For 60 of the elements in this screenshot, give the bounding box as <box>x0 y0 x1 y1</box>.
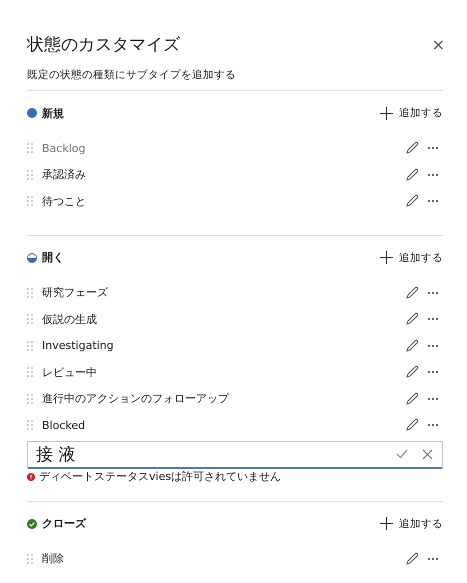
error-message: ディベートステータスviesは許可されていません <box>39 469 282 484</box>
status-label: 承認済み <box>42 167 87 182</box>
more-icon[interactable] <box>427 146 439 150</box>
drag-handle-icon[interactable] <box>27 420 33 430</box>
more-icon[interactable] <box>427 317 439 322</box>
drag-handle-icon[interactable] <box>27 314 33 324</box>
more-icon[interactable] <box>427 344 439 348</box>
status-dot-icon <box>27 108 37 118</box>
status-label: レビュー中 <box>42 364 98 380</box>
more-icon[interactable] <box>427 199 439 204</box>
pencil-icon[interactable] <box>405 168 419 182</box>
plus-icon <box>380 517 393 530</box>
add-button[interactable]: 追加する <box>380 106 443 120</box>
more-icon[interactable] <box>427 396 439 401</box>
panel-title: 状態のカスタマイズ <box>27 34 181 56</box>
section-title: 新規 <box>42 106 65 120</box>
pencil-icon[interactable] <box>405 312 419 326</box>
pencil-icon[interactable] <box>405 552 419 566</box>
check-circle-icon <box>27 518 37 528</box>
pencil-icon[interactable] <box>405 194 419 208</box>
pencil-icon[interactable] <box>405 392 419 406</box>
check-icon[interactable] <box>396 449 408 459</box>
more-icon[interactable] <box>427 172 439 177</box>
plus-icon <box>380 106 393 120</box>
error-icon <box>27 472 35 480</box>
status-label: 進行中のアクションのフォローアップ <box>42 391 230 406</box>
status-label: 削除 <box>42 551 65 566</box>
pencil-icon[interactable] <box>405 365 419 380</box>
status-label: Blocked <box>42 418 86 432</box>
pencil-icon[interactable] <box>405 141 419 156</box>
drag-handle-icon[interactable] <box>27 196 33 206</box>
add-button[interactable]: 追加する <box>380 250 443 264</box>
close-button[interactable]: × <box>432 34 445 54</box>
cancel-icon[interactable] <box>422 448 433 460</box>
drag-handle-icon[interactable] <box>27 394 33 404</box>
name-input-field[interactable]: 接 液 <box>27 440 443 468</box>
drag-handle-icon[interactable] <box>27 170 33 180</box>
plus-icon <box>380 251 393 264</box>
status-label: Investigating <box>42 339 115 352</box>
more-icon[interactable] <box>427 556 439 561</box>
pencil-icon[interactable] <box>405 338 419 353</box>
section-title: 開く <box>42 250 65 265</box>
status-label: 仮説の生成 <box>42 312 98 327</box>
drag-handle-icon[interactable] <box>27 340 33 351</box>
more-icon[interactable] <box>427 423 439 428</box>
status-label: 待つこと <box>42 194 87 209</box>
drag-handle-icon[interactable] <box>27 288 33 298</box>
pencil-icon[interactable] <box>405 418 419 432</box>
panel-subtitle: 既定の状態の種類にサブタイプを追加する <box>27 66 443 91</box>
status-label: 研究フェーズ <box>42 285 109 300</box>
drag-handle-icon[interactable] <box>27 143 33 154</box>
pencil-icon[interactable] <box>405 286 419 300</box>
more-icon[interactable] <box>427 370 439 374</box>
drag-handle-icon[interactable] <box>27 367 33 378</box>
half-circle-icon <box>27 252 37 262</box>
drag-handle-icon[interactable] <box>27 554 33 564</box>
more-icon[interactable] <box>427 290 439 295</box>
status-label: Backlog <box>42 142 86 155</box>
add-button[interactable]: 追加する <box>380 516 443 530</box>
section-title: クローズ <box>42 516 88 531</box>
